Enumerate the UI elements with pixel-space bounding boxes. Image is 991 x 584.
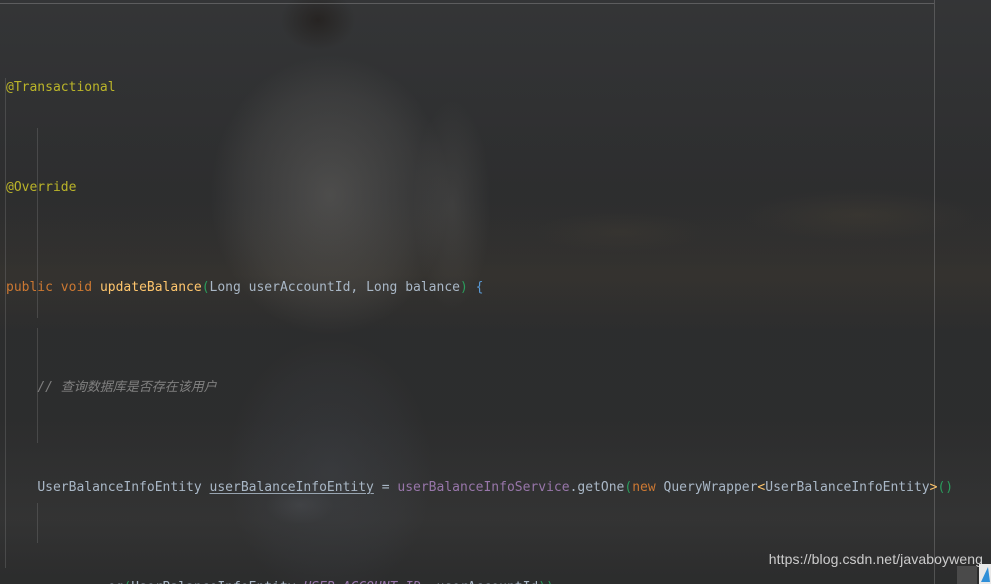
code-editor[interactable]: @Transactional @Override public void upd… [0,0,991,584]
type-entity: UserBalanceInfoEntity [37,480,202,495]
call-eq: eq [108,580,124,584]
semicolon: ; [554,580,562,584]
paren-open: ( [624,480,633,495]
local-var-entity: userBalanceInfoEntity [209,480,374,495]
code-line[interactable]: // 查询数据库是否存在该用户 [0,375,991,400]
param-user-account-id: userAccountId [437,580,539,584]
static-field-user-account-id: USER_ACCOUNT_ID [303,580,420,584]
type-query-wrapper: QueryWrapper [663,480,758,495]
annotation-override: @Override [6,180,77,195]
code-line[interactable]: @Transactional [0,75,991,100]
keyword-void: void [60,280,93,295]
keyword-public: public [6,280,53,295]
annotation-transactional: @Transactional [6,80,116,95]
paren-close: ) [460,280,468,295]
code-content[interactable]: @Transactional @Override public void upd… [0,0,991,584]
param-balance: balance [405,280,460,295]
type-entity: UserBalanceInfoEntity [131,580,295,584]
comma: , [350,280,367,295]
code-line[interactable]: .eq(UserBalanceInfoEntity.USER_ACCOUNT_I… [0,575,991,584]
paren-close: )) [538,580,554,584]
code-line[interactable]: public void updateBalance(Long userAccou… [0,275,991,300]
code-line[interactable]: UserBalanceInfoEntity userBalanceInfoEnt… [0,475,991,500]
call-get-one: getOne [577,480,625,495]
method-name-update-balance: updateBalance [99,280,202,295]
comma: , [421,580,437,584]
field-service: userBalanceInfoService [397,480,570,495]
comment-query-db: // 查询数据库是否存在该用户 [37,380,217,395]
paren-pair: () [937,480,954,495]
assign-operator: = [373,480,398,495]
dot: . [100,580,108,584]
type-long: Long [209,280,241,295]
param-user-account-id: userAccountId [248,280,351,295]
type-entity: UserBalanceInfoEntity [765,480,930,495]
keyword-new: new [632,480,656,495]
code-line[interactable]: @Override [0,175,991,200]
brace-open: { [475,280,484,295]
type-long: Long [366,280,398,295]
paren-open: ( [201,280,210,295]
